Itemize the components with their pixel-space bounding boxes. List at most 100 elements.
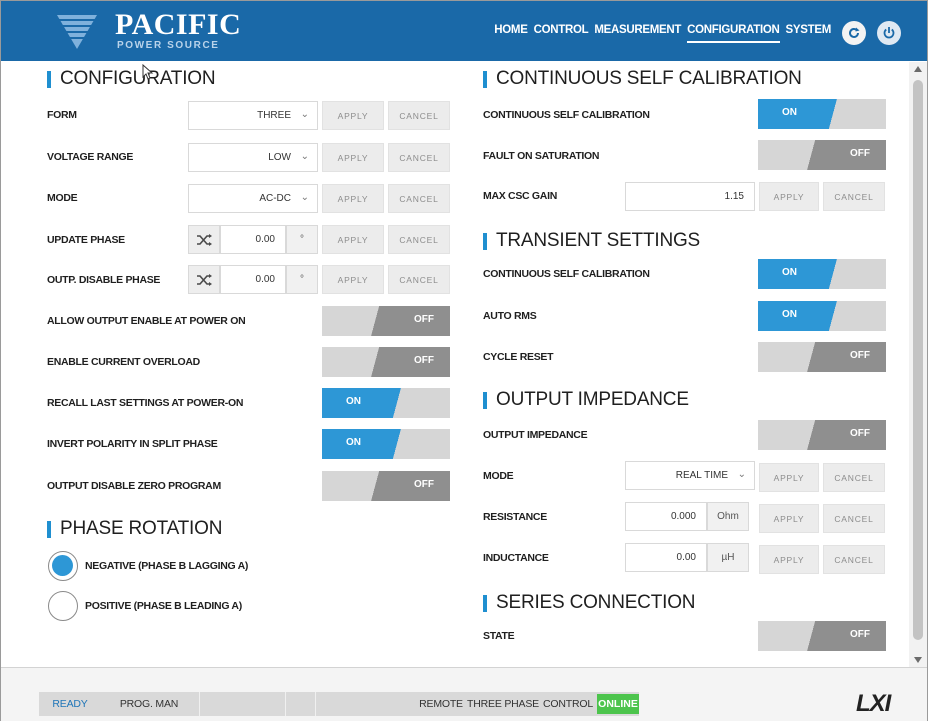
impedance-mode-value: REAL TIME [675,470,728,481]
resistance-input[interactable]: 0.000 [625,502,707,531]
resistance-cancel-button[interactable]: CANCEL [823,504,885,533]
mode-apply-button[interactable]: APPLY [322,184,384,213]
form-apply-button[interactable]: APPLY [322,101,384,130]
voltage-range-label: VOLTAGE RANGE [47,151,134,163]
output-impedance-toggle[interactable]: OFF [758,420,886,450]
shuffle-icon [197,233,212,246]
max-csc-gain-apply-button[interactable]: APPLY [759,182,819,211]
max-csc-gain-cancel-button[interactable]: CANCEL [823,182,885,211]
phase-positive-radio[interactable] [48,591,78,621]
enable-current-overload-label: ENABLE CURRENT OVERLOAD [47,356,200,368]
recall-last-settings-toggle[interactable]: ON [322,388,450,418]
csc-continuous-label: CONTINUOUS SELF CALIBRATION [483,109,650,121]
series-section-title: SERIES CONNECTION [483,592,695,614]
output-impedance-label: OUTPUT IMPEDANCE [483,429,588,441]
csc-section-title: CONTINUOUS SELF CALIBRATION [483,68,802,90]
toggle-state: ON [782,107,797,118]
configuration-section-title: CONFIGURATION [47,68,216,90]
max-csc-gain-input[interactable]: 1.15 [625,182,755,211]
section-accent-bar [47,70,51,88]
status-empty-cell [315,692,415,716]
outp-disable-phase-cancel-button[interactable]: CANCEL [388,265,450,294]
inductance-apply-button[interactable]: APPLY [759,545,819,574]
update-phase-value: 0.00 [255,234,275,245]
mouse-cursor-icon [142,64,154,80]
nav-measurement[interactable]: MEASUREMENT [594,24,681,43]
output-impedance-section-title: OUTPUT IMPEDANCE [483,389,689,411]
voltage-range-apply-button[interactable]: APPLY [322,143,384,172]
brand-subtitle: POWER SOURCE [117,40,220,51]
voltage-range-select[interactable]: LOW ⌄ [188,143,318,172]
vertical-scrollbar[interactable] [909,62,927,667]
lxi-logo: LXI [856,690,891,717]
wave-logo-icon [57,15,97,49]
main-nav: HOME CONTROL MEASUREMENT CONFIGURATION S… [494,24,831,43]
cycle-reset-label: CYCLE RESET [483,351,554,363]
outp-disable-phase-unit: ° [286,265,318,294]
voltage-range-cancel-button[interactable]: CANCEL [388,143,450,172]
update-phase-apply-button[interactable]: APPLY [322,225,384,254]
chevron-down-icon: ⌄ [300,151,309,162]
resistance-apply-button[interactable]: APPLY [759,504,819,533]
impedance-mode-apply-button[interactable]: APPLY [759,463,819,492]
nav-home[interactable]: HOME [494,24,528,43]
toggle-state: OFF [850,148,870,159]
outp-disable-phase-input[interactable]: 0.00 [220,265,286,294]
toggle-state: OFF [850,350,870,361]
impedance-mode-cancel-button[interactable]: CANCEL [823,463,885,492]
inductance-cancel-button[interactable]: CANCEL [823,545,885,574]
impedance-mode-select[interactable]: REAL TIME ⌄ [625,461,755,490]
transient-csc-label: CONTINUOUS SELF CALIBRATION [483,268,650,280]
refresh-button[interactable] [842,21,866,45]
max-csc-gain-label: MAX CSC GAIN [483,190,557,202]
update-phase-input[interactable]: 0.00 [220,225,286,254]
phase-negative-label[interactable]: NEGATIVE (PHASE B LAGGING A) [85,560,248,572]
section-accent-bar [483,391,487,409]
auto-rms-toggle[interactable]: ON [758,301,886,331]
nav-configuration[interactable]: CONFIGURATION [687,24,780,43]
section-accent-bar [47,520,51,538]
resistance-value: 0.000 [670,511,696,522]
toggle-track [758,99,886,129]
scroll-up-arrow-icon[interactable] [914,66,922,72]
outp-disable-phase-apply-button[interactable]: APPLY [322,265,384,294]
series-title-text: SERIES CONNECTION [496,592,696,613]
scroll-thumb[interactable] [913,80,923,640]
allow-output-enable-toggle[interactable]: OFF [322,306,450,336]
power-button[interactable] [877,21,901,45]
mode-cancel-button[interactable]: CANCEL [388,184,450,213]
cycle-reset-toggle[interactable]: OFF [758,342,886,372]
status-empty-cell [285,692,313,716]
brand-logo[interactable]: PACIFIC POWER SOURCE [57,9,257,55]
csc-title-text: CONTINUOUS SELF CALIBRATION [496,68,802,89]
update-phase-shuffle-button[interactable] [188,225,220,254]
form-select[interactable]: THREE ⌄ [188,101,318,130]
outp-disable-phase-shuffle-button[interactable] [188,265,220,294]
toggle-track [758,301,886,331]
inductance-input[interactable]: 0.00 [625,543,707,572]
nav-control[interactable]: CONTROL [534,24,589,43]
toggle-state: OFF [414,355,434,366]
series-state-toggle[interactable]: OFF [758,621,886,651]
status-prog-man: PROG. MAN [119,698,179,710]
invert-polarity-toggle[interactable]: ON [322,429,450,459]
output-disable-zero-toggle[interactable]: OFF [322,471,450,501]
csc-continuous-toggle[interactable]: ON [758,99,886,129]
phase-negative-radio[interactable] [48,551,78,581]
scroll-down-arrow-icon[interactable] [914,657,922,663]
fault-on-saturation-toggle[interactable]: OFF [758,140,886,170]
status-bar: READY PROG. MAN REMOTE THREE PHASE CONTR… [1,667,927,721]
phase-positive-label[interactable]: POSITIVE (PHASE B LEADING A) [85,600,242,612]
outp-disable-phase-value: 0.00 [255,274,275,285]
recall-last-settings-label: RECALL LAST SETTINGS AT POWER-ON [47,397,244,409]
toggle-state: ON [782,309,797,320]
transient-title-text: TRANSIENT SETTINGS [496,230,701,251]
transient-csc-toggle[interactable]: ON [758,259,886,289]
mode-select[interactable]: AC-DC ⌄ [188,184,318,213]
transient-section-title: TRANSIENT SETTINGS [483,230,700,252]
form-select-value: THREE [257,110,291,121]
update-phase-cancel-button[interactable]: CANCEL [388,225,450,254]
nav-system[interactable]: SYSTEM [786,24,832,43]
enable-current-overload-toggle[interactable]: OFF [322,347,450,377]
form-cancel-button[interactable]: CANCEL [388,101,450,130]
